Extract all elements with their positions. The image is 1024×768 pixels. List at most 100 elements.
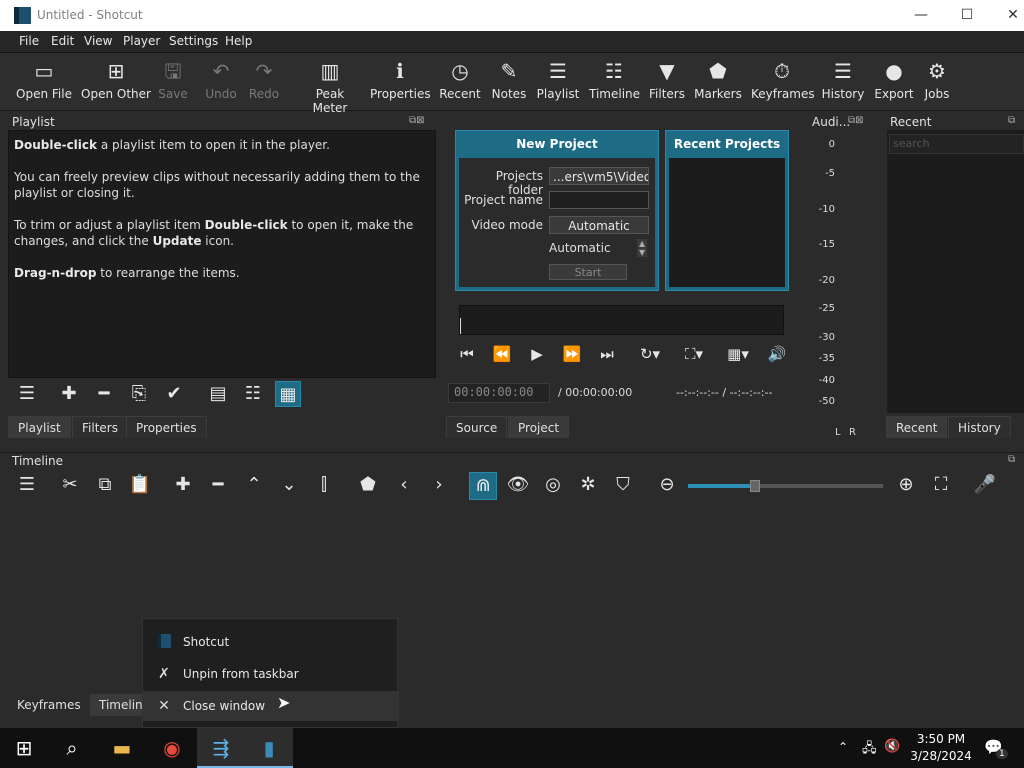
chevron-up-icon[interactable]: ⌃ — [838, 740, 848, 754]
remove-icon[interactable]: ━ — [91, 381, 117, 407]
timeline-button[interactable]: ☷ Timeline — [589, 53, 640, 111]
cut-icon[interactable]: ✂ — [57, 472, 83, 498]
timecode-field[interactable]: 00:00:00:00 — [448, 383, 550, 403]
notes-button[interactable]: ✎ Notes — [490, 53, 528, 111]
peak-meter-button[interactable]: ▥ Peak Meter — [298, 53, 362, 115]
tab-filters[interactable]: Filters — [72, 416, 128, 438]
zoom-slider-handle[interactable] — [750, 480, 760, 492]
maximize-button[interactable]: ☐ — [944, 0, 990, 31]
export-button[interactable]: ● Export — [874, 53, 914, 111]
start-button[interactable]: Start — [549, 264, 627, 280]
app-icon[interactable]: ⇶ — [197, 728, 245, 768]
recent-button[interactable]: ◷ Recent — [439, 53, 481, 111]
start-windows-icon[interactable]: ⊞ — [0, 728, 48, 768]
recent-search-input[interactable]: search — [889, 134, 1024, 154]
zoom-slider[interactable] — [688, 480, 883, 492]
recent-list[interactable] — [887, 130, 1024, 413]
zoom-fit-icon[interactable]: ⛶ — [928, 472, 954, 498]
search-icon[interactable]: ⌕ — [48, 728, 96, 768]
spinner-arrows-icon[interactable]: ▲ ▼ — [637, 239, 648, 257]
open-file-button[interactable]: ▭ Open File — [14, 53, 74, 111]
menu-settings[interactable]: Settings — [169, 34, 218, 48]
paste-icon[interactable]: 📋 — [127, 472, 153, 498]
undo-button[interactable]: ↶ Undo — [201, 53, 241, 111]
playlist-area[interactable]: Double-click a playlist item to open it … — [8, 130, 436, 378]
copy-icon[interactable]: ⧉ — [92, 472, 118, 498]
properties-button[interactable]: ℹ Properties — [370, 53, 431, 111]
tab-recent[interactable]: Recent — [886, 416, 948, 438]
ripple-markers-icon[interactable]: ⛉ — [610, 472, 636, 498]
history-button[interactable]: ☰ History — [821, 53, 865, 111]
record-audio-icon[interactable]: 🎤 — [972, 472, 998, 498]
marker-icon[interactable]: ⬟ — [355, 472, 381, 498]
jump-item-unpin[interactable]: ✗ Unpin from taskbar — [143, 659, 399, 689]
volume-icon[interactable]: 🔊 — [764, 345, 790, 363]
redo-button[interactable]: ↷ Redo — [245, 53, 283, 111]
zoom-fit-icon[interactable]: ⛶▾ — [676, 345, 712, 363]
menu-edit[interactable]: Edit — [51, 34, 74, 48]
hamburger-menu-icon[interactable]: ☰ — [14, 381, 40, 407]
jobs-button[interactable]: ⚙ Jobs — [920, 53, 954, 111]
save-button[interactable]: 🖫 Save — [154, 53, 192, 111]
close-button[interactable]: ✕ — [990, 0, 1024, 31]
recent-projects-list[interactable] — [669, 158, 785, 287]
add-icon[interactable]: ✚ — [56, 381, 82, 407]
system-clock[interactable]: 3:50 PM 3/28/2024 — [900, 731, 982, 765]
tab-properties[interactable]: Properties — [126, 416, 207, 438]
menu-file[interactable]: File — [19, 34, 39, 48]
shotcut-taskbar-icon[interactable]: ▮ — [245, 728, 293, 768]
menu-help[interactable]: Help — [225, 34, 252, 48]
playlist-float-close-icons[interactable]: ⧉⊠ — [409, 115, 425, 126]
play-icon[interactable]: ▶ — [525, 345, 549, 363]
ripple-icon[interactable]: ◎ — [540, 472, 566, 498]
file-explorer-icon[interactable]: ▬ — [98, 728, 146, 768]
grid-view-icon[interactable]: ▦ — [275, 381, 301, 407]
jump-item-shotcut[interactable]: Shotcut — [143, 627, 399, 657]
zoom-out-icon[interactable]: ⊖ — [654, 472, 680, 498]
tab-source[interactable]: Source — [446, 416, 508, 438]
rewind-icon[interactable]: ⏪ — [490, 345, 514, 363]
chrome-icon[interactable]: ◉ — [148, 728, 196, 768]
snap-magnet-icon[interactable]: ⋒ — [469, 472, 497, 500]
ripple-all-icon[interactable]: ✲ — [575, 472, 601, 498]
grid-icon[interactable]: ▦▾ — [720, 345, 756, 363]
timeline-float-icon[interactable]: ⧉ — [1008, 454, 1015, 465]
recent-float-icon[interactable]: ⧉ — [1008, 115, 1015, 126]
loop-icon[interactable]: ↻▾ — [632, 345, 668, 363]
fast-forward-icon[interactable]: ⏩ — [560, 345, 584, 363]
overwrite-icon[interactable]: ⌄ — [276, 472, 302, 498]
playlist-button[interactable]: ☰ Playlist — [536, 53, 580, 111]
menu-view[interactable]: View — [84, 34, 112, 48]
tab-playlist[interactable]: Playlist — [8, 416, 71, 438]
zoom-in-icon[interactable]: ⊕ — [893, 472, 919, 498]
hamburger-menu-icon[interactable]: ☰ — [14, 472, 40, 498]
skip-to-start-icon[interactable]: ⏮ — [455, 345, 479, 363]
details-view-icon[interactable]: ▤ — [205, 381, 231, 407]
update-icon[interactable]: ⎘ — [126, 381, 152, 407]
filters-button[interactable]: ▼ Filters — [648, 53, 686, 111]
project-name-input[interactable] — [549, 191, 649, 209]
tab-project[interactable]: Project — [508, 416, 570, 438]
lift-icon[interactable]: ⌃ — [241, 472, 267, 498]
menu-player[interactable]: Player — [123, 34, 160, 48]
next-marker-icon[interactable]: › — [426, 472, 452, 498]
checkmark-icon[interactable]: ✔ — [161, 381, 187, 407]
split-icon[interactable]: ⫿ — [311, 472, 337, 498]
skip-to-end-icon[interactable]: ⏭ — [595, 345, 619, 363]
previous-marker-icon[interactable]: ‹ — [391, 472, 417, 498]
volume-muted-icon[interactable]: 🔇 — [884, 739, 900, 754]
scrub-icon[interactable]: 👁 — [505, 472, 531, 498]
keyframes-button[interactable]: ⏱ Keyframes — [751, 53, 815, 111]
minimize-button[interactable]: — — [898, 0, 944, 31]
tab-history[interactable]: History — [948, 416, 1011, 438]
open-other-button[interactable]: ⊞ Open Other — [80, 53, 152, 111]
video-mode-select[interactable]: Automatic — [549, 216, 649, 234]
markers-button[interactable]: ⬟ Markers — [694, 53, 742, 111]
audio-float-close-icons[interactable]: ⧉⊠ — [848, 115, 864, 126]
network-icon[interactable]: 🖧 — [862, 739, 877, 761]
projects-folder-field[interactable]: ...ers\vm5\Videos — [549, 167, 649, 185]
jump-item-close-window[interactable]: ✕ Close window — [143, 691, 399, 721]
list-view-icon[interactable]: ☷ — [240, 381, 266, 407]
remove-icon[interactable]: ━ — [205, 472, 231, 498]
scrub-bar[interactable] — [459, 305, 784, 335]
